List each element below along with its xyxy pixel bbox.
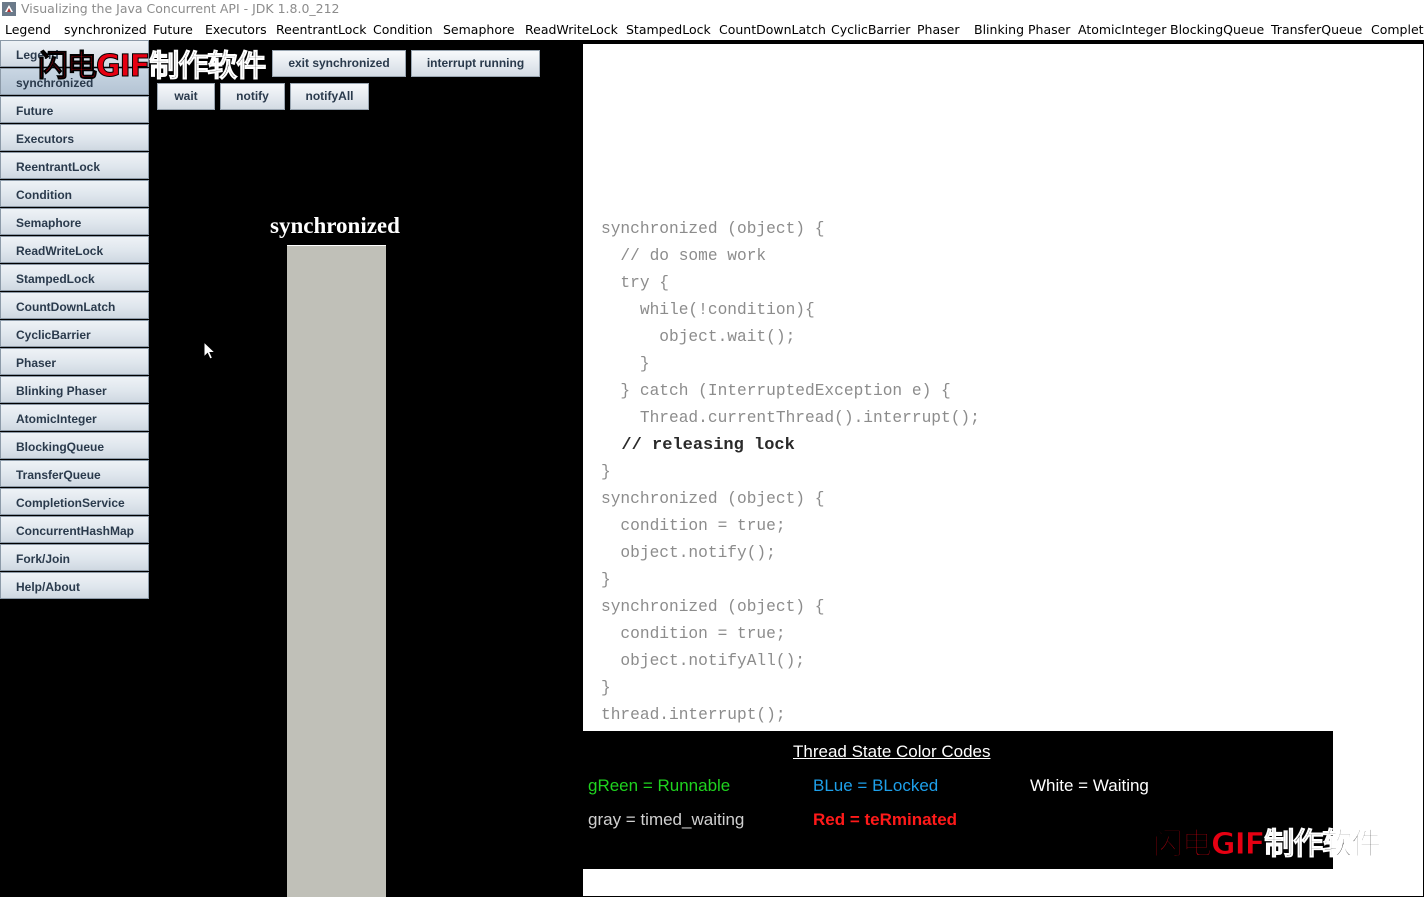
sidebar-item-completionservice[interactable]: CompletionService — [0, 488, 149, 515]
legend-title: Thread State Color Codes — [793, 742, 991, 761]
window-title: Visualizing the Java Concurrent API - JD… — [21, 1, 340, 16]
code-line-highlighted: // releasing lock — [601, 436, 795, 455]
menu-phaser[interactable]: Phaser — [917, 22, 959, 37]
code-line: object.notify(); — [601, 544, 776, 562]
menu-executors[interactable]: Executors — [205, 22, 267, 37]
panel-title: synchronized — [270, 213, 400, 238]
sidebar-item-readwritelock[interactable]: ReadWriteLock — [0, 236, 149, 263]
legend-blocked: BLue = BLocked — [813, 776, 939, 795]
menu-transferqueue[interactable]: TransferQueue — [1271, 22, 1362, 37]
menu-condition[interactable]: Condition — [373, 22, 433, 37]
menu-blockingqueue[interactable]: BlockingQueue — [1170, 22, 1264, 37]
code-line: } — [601, 463, 611, 481]
code-listing: synchronized (object) { // do some work … — [601, 216, 980, 729]
watermark-red-text: 闪电GIF — [1152, 827, 1265, 863]
code-line: object.wait(); — [601, 328, 796, 346]
legend-runnable: gReen = Runnable — [588, 776, 731, 795]
menu-cyclicbarrier[interactable]: CyclicBarrier — [831, 22, 910, 37]
interrupt-running-button[interactable]: interrupt running — [411, 50, 540, 77]
notifyall-button[interactable]: notifyAll — [290, 83, 369, 110]
menu-countdownlatch[interactable]: CountDownLatch — [719, 22, 826, 37]
menu-readwritelock[interactable]: ReadWriteLock — [525, 22, 618, 37]
java-app-icon — [2, 2, 16, 16]
legend-timed-waiting: gray = timed_waiting — [588, 810, 745, 829]
sidebar-item-cyclicbarrier[interactable]: CyclicBarrier — [0, 320, 149, 347]
sidebar-item-countdownlatch[interactable]: CountDownLatch — [0, 292, 149, 319]
sidebar-item-reentrantlock[interactable]: ReentrantLock — [0, 152, 149, 179]
watermark-red-text: 闪电GIF — [37, 49, 150, 85]
sidebar-item-executors[interactable]: Executors — [0, 124, 149, 151]
sidebar-item-semaphore[interactable]: Semaphore — [0, 208, 149, 235]
legend-waiting: White = Waiting — [1030, 776, 1149, 795]
notify-button[interactable]: notify — [220, 83, 285, 110]
exit-synchronized-button[interactable]: exit synchronized — [272, 50, 406, 77]
menu-legend[interactable]: Legend — [5, 22, 51, 37]
menu-future[interactable]: Future — [153, 22, 193, 37]
code-line: while(!condition){ — [601, 301, 815, 319]
code-line: } catch (InterruptedException e) { — [601, 382, 951, 400]
code-line: } — [601, 571, 611, 589]
menu-atomicinteger[interactable]: AtomicInteger — [1078, 22, 1166, 37]
sidebar-item-phaser[interactable]: Phaser — [0, 348, 149, 375]
watermark-bottom: 闪电GIF制作软件 — [1152, 819, 1382, 863]
code-line: synchronized (object) { — [601, 490, 825, 508]
code-line: // do some work — [601, 247, 767, 265]
code-line: synchronized (object) { — [601, 220, 825, 238]
code-line: object.notifyAll(); — [601, 652, 805, 670]
watermark-top: 闪电GIF制作软件 — [37, 41, 267, 85]
menu-bar: Legend synchronized Future Executors Ree… — [0, 19, 1424, 41]
code-line: } — [601, 355, 650, 373]
legend-terminated: Red = teRminated — [813, 810, 958, 829]
wait-button[interactable]: wait — [157, 83, 215, 110]
code-line: condition = true; — [601, 625, 786, 643]
code-line: Thread.currentThread().interrupt(); — [601, 409, 980, 427]
sidebar-item-concurrenthashmap[interactable]: ConcurrentHashMap — [0, 516, 149, 543]
sidebar-item-stampedlock[interactable]: StampedLock — [0, 264, 149, 291]
code-line: synchronized (object) { — [601, 598, 825, 616]
watermark-black-text: 制作软件 — [1264, 827, 1382, 863]
code-line: condition = true; — [601, 517, 786, 535]
sidebar-item-transferqueue[interactable]: TransferQueue — [0, 460, 149, 487]
menu-reentrantlock[interactable]: ReentrantLock — [276, 22, 366, 37]
menu-semaphore[interactable]: Semaphore — [443, 22, 515, 37]
sidebar-item-blinking-phaser[interactable]: Blinking Phaser — [0, 376, 149, 403]
code-line: } — [601, 679, 611, 697]
sidebar-item-condition[interactable]: Condition — [0, 180, 149, 207]
sidebar-item-help-about[interactable]: Help/About — [0, 572, 149, 599]
menu-stampedlock[interactable]: StampedLock — [626, 22, 711, 37]
sidebar-item-atomicinteger[interactable]: AtomicInteger — [0, 404, 149, 431]
code-line: thread.interrupt(); — [601, 706, 786, 724]
code-line: try { — [601, 274, 669, 292]
sidebar-item-future[interactable]: Future — [0, 96, 149, 123]
menu-synchronized[interactable]: synchronized — [64, 22, 147, 37]
menu-completionservice[interactable]: Completi — [1371, 22, 1424, 37]
sidebar-item-blockingqueue[interactable]: BlockingQueue — [0, 432, 149, 459]
title-bar: Visualizing the Java Concurrent API - JD… — [0, 0, 1424, 19]
sidebar-item-fork-join[interactable]: Fork/Join — [0, 544, 149, 571]
watermark-black-text: 制作软件 — [149, 49, 267, 85]
monitor-box — [287, 245, 386, 897]
mouse-cursor-icon — [203, 341, 217, 360]
menu-blinking-phaser[interactable]: Blinking Phaser — [974, 22, 1070, 37]
